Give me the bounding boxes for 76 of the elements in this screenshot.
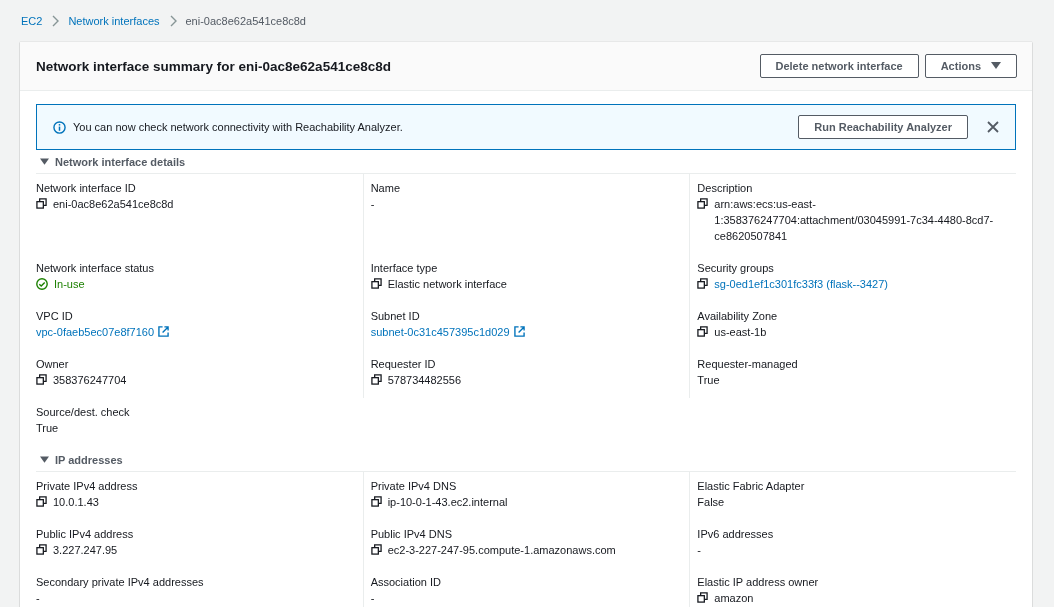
field-label: Interface type bbox=[370, 261, 439, 276]
field-label: Network interface status bbox=[36, 261, 155, 276]
field-label: Elastic IP address owner bbox=[697, 575, 820, 590]
copy-icon[interactable] bbox=[36, 198, 47, 209]
check-circle-icon bbox=[36, 278, 48, 290]
actions-dropdown[interactable]: Actions bbox=[924, 54, 1017, 78]
breadcrumb-link[interactable]: Network interfaces bbox=[68, 15, 160, 27]
breadcrumb-current: eni-0ac8e62a541ce8c8d bbox=[185, 15, 306, 27]
field-label: VPC ID bbox=[36, 309, 74, 324]
field-label: Requester-managed bbox=[697, 357, 799, 372]
field-label: Association ID bbox=[370, 575, 442, 590]
field-value: arn:aws:ecs:us-east-1:358376247704:attachment/03045991-7c34-4480-8cd7-ce8620507841 bbox=[714, 197, 995, 244]
field-value: False bbox=[697, 495, 725, 510]
caret-icon bbox=[40, 157, 49, 166]
delete-button[interactable]: Delete network interface bbox=[759, 54, 919, 78]
chevron-right-icon bbox=[168, 15, 177, 27]
external-link-icon[interactable] bbox=[513, 326, 525, 337]
field-value: us-east-1b bbox=[714, 325, 767, 340]
copy-icon[interactable] bbox=[697, 198, 709, 209]
field-label: Name bbox=[370, 181, 401, 196]
copy-icon[interactable] bbox=[697, 592, 709, 603]
copy-icon[interactable] bbox=[36, 544, 47, 555]
info-icon bbox=[53, 120, 66, 134]
copy-icon[interactable] bbox=[36, 496, 47, 507]
copy-icon[interactable] bbox=[370, 278, 382, 289]
field-label: Secondary private IPv4 addresses bbox=[36, 575, 205, 590]
field-value: - bbox=[697, 543, 701, 558]
field-label: Network interface ID bbox=[36, 181, 137, 196]
field-link[interactable]: vpc-0faeb5ec07e8f7160 bbox=[36, 324, 155, 340]
field-label: Source/dest. check bbox=[36, 405, 131, 420]
field-label: Subnet ID bbox=[370, 309, 421, 324]
field-link[interactable]: subnet-0c31c457395c1d029 bbox=[370, 324, 510, 340]
field-value: ec2-3-227-247-95.compute-1.amazonaws.com bbox=[387, 543, 616, 558]
chevron-right-icon bbox=[51, 15, 60, 27]
field-value: - bbox=[370, 197, 375, 212]
section-toggle[interactable]: Network interface details bbox=[36, 150, 190, 173]
field-value: - bbox=[370, 591, 375, 606]
alert-message: You can now check network connectivity with Reachability Analyzer. bbox=[73, 121, 404, 133]
field-value: True bbox=[697, 373, 720, 388]
field-label: IPv6 addresses bbox=[697, 527, 775, 542]
copy-icon[interactable] bbox=[697, 278, 709, 289]
field-label: Elastic Fabric Adapter bbox=[697, 479, 806, 494]
caret-icon bbox=[40, 455, 49, 464]
caret-icon bbox=[991, 62, 1001, 70]
run-analyzer-button[interactable]: Run Reachability Analyzer bbox=[798, 115, 968, 139]
external-link-icon[interactable] bbox=[158, 326, 170, 337]
close-icon[interactable] bbox=[987, 121, 999, 133]
field-label: Requester ID bbox=[370, 357, 437, 372]
field-label: Public IPv4 DNS bbox=[370, 527, 453, 542]
status-value: In-use bbox=[54, 277, 85, 292]
field-label: Owner bbox=[36, 357, 70, 372]
copy-icon[interactable] bbox=[36, 374, 47, 385]
field-label: Private IPv4 DNS bbox=[370, 479, 458, 494]
field-value: Elastic network interface bbox=[387, 277, 507, 292]
field-value: 3.227.247.95 bbox=[53, 543, 118, 558]
panel-title: Network interface summary for eni-0ac8e62a541ce8c8d bbox=[36, 58, 391, 74]
field-value: ip-10-0-1-43.ec2.internal bbox=[387, 495, 508, 510]
field-value: 10.0.1.43 bbox=[53, 495, 99, 510]
field-value: eni-0ac8e62a541ce8c8d bbox=[53, 197, 174, 212]
field-label: Availability Zone bbox=[697, 309, 779, 324]
copy-icon[interactable] bbox=[370, 544, 382, 555]
field-value: 578734482556 bbox=[387, 373, 462, 388]
field-value: amazon bbox=[714, 591, 754, 606]
copy-icon[interactable] bbox=[697, 326, 709, 337]
field-value: True bbox=[36, 421, 59, 436]
field-label: Private IPv4 address bbox=[36, 479, 139, 494]
copy-icon[interactable] bbox=[370, 496, 382, 507]
copy-icon[interactable] bbox=[370, 374, 382, 385]
field-label: Public IPv4 address bbox=[36, 527, 135, 542]
field-label: Security groups bbox=[697, 261, 775, 276]
field-value: 358376247704 bbox=[53, 373, 127, 388]
breadcrumb-link[interactable]: EC2 bbox=[21, 15, 43, 27]
section-toggle[interactable]: IP addresses bbox=[36, 448, 127, 471]
field-value: - bbox=[36, 591, 40, 606]
field-label: Description bbox=[697, 181, 754, 196]
field-link[interactable]: sg-0ed1ef1c301fc33f3 (flask--3427) bbox=[714, 276, 888, 292]
